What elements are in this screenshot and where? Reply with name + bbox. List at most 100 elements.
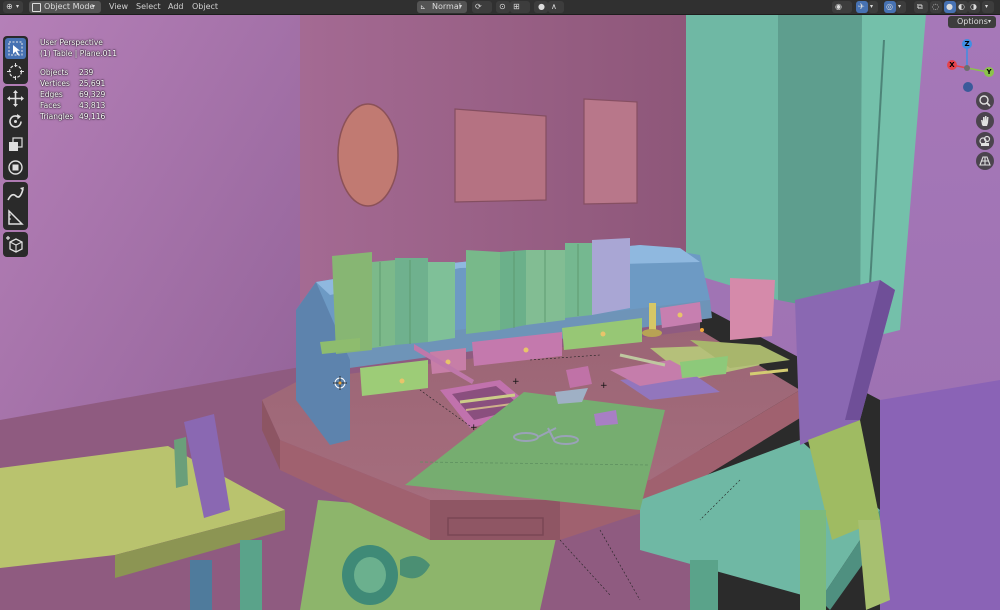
y-axis-ball[interactable]: Y (984, 67, 994, 77)
grid-ortho-icon[interactable] (976, 152, 994, 170)
floor-right (880, 380, 1000, 610)
proportional-edit-toggle[interactable]: ● (534, 1, 548, 13)
snap-toggle[interactable]: ⊙ (496, 1, 510, 13)
svg-text:+: + (470, 423, 478, 433)
candle (649, 303, 656, 333)
book-2 (372, 260, 395, 348)
x-axis-ball[interactable]: X (947, 60, 957, 70)
cursor-icon[interactable] (5, 61, 26, 82)
mode-dropdown[interactable]: Object Mode ▾ (29, 1, 101, 13)
rendered-sphere-icon: ◑ (970, 2, 977, 11)
svg-text:+: + (600, 381, 608, 391)
view-name: User Perspective (40, 38, 103, 47)
shading-rendered[interactable]: ◑ (968, 1, 980, 13)
overlays-options[interactable]: ▾ (896, 1, 906, 13)
overlays-toggle[interactable]: ◎ (884, 1, 896, 13)
stat-label: Triangles (40, 112, 74, 121)
measure-icon[interactable] (5, 207, 26, 228)
move-icon[interactable] (5, 88, 26, 109)
options-label: Options (957, 17, 988, 26)
chevron-down-icon: ▾ (870, 3, 874, 10)
chevron-down-icon: ▾ (985, 3, 989, 10)
chevron-down-icon: ▾ (459, 3, 463, 10)
active-object-name: (1) Table | Plane.011 (40, 49, 117, 58)
toolbar-group-select (3, 36, 28, 84)
stat-edges: Edges 69,329 (40, 89, 130, 100)
xray-icon: ⧉ (917, 2, 923, 11)
3d-viewport-icon: ⊕ (6, 2, 13, 11)
stat-label: Vertices (40, 79, 70, 88)
book-5 (466, 250, 500, 334)
shading-material[interactable]: ◐ (956, 1, 968, 13)
visibility-button[interactable]: ◉ (832, 1, 852, 13)
xray-toggle[interactable]: ⧉ (914, 1, 928, 13)
gizmo-icon: ✈ (858, 2, 865, 11)
toolbar-group-transform (3, 86, 28, 180)
scale-icon[interactable] (5, 134, 26, 155)
orientation-icon: ⊾ (420, 3, 426, 11)
camera-icon[interactable] (976, 132, 994, 150)
material-sphere-icon: ◐ (958, 2, 965, 11)
hand-pan-icon[interactable] (976, 112, 994, 130)
chevron-down-icon: ▾ (16, 3, 20, 10)
mode-label: Object Mode (44, 2, 95, 11)
select-box-icon[interactable] (5, 38, 26, 59)
tall-frame (583, 98, 638, 205)
chevron-down-icon: ▾ (988, 18, 992, 25)
book-9 (592, 238, 630, 315)
snap-icon: ⊙ (499, 2, 506, 11)
toolbar-group-annotate (3, 182, 28, 230)
menu-view[interactable]: View (109, 0, 128, 14)
stat-value: 43,813 (79, 101, 106, 110)
gizmo-toggle[interactable]: ✈ (856, 1, 868, 13)
pink-card (730, 278, 775, 340)
stat-value: 25,691 (79, 79, 106, 88)
wireframe-sphere-icon: ◌ (932, 2, 939, 11)
chevron-down-icon: ▾ (92, 3, 96, 10)
shading-wireframe[interactable]: ◌ (930, 1, 942, 13)
rotate-icon[interactable] (5, 111, 26, 132)
menu-object[interactable]: Object (192, 0, 218, 14)
editor-type-button[interactable]: ⊕ ▾ (3, 1, 23, 13)
chevron-down-icon: ▾ (898, 3, 902, 10)
object-mode-icon (32, 3, 41, 12)
orientation-label: Normal (432, 2, 461, 11)
add-cube-icon[interactable] (5, 234, 26, 255)
stat-label: Faces (40, 101, 61, 110)
overlays-icon: ◎ (886, 2, 893, 11)
options-button[interactable]: Options ▾ (948, 16, 996, 28)
solid-sphere-icon: ● (946, 2, 953, 11)
shading-solid[interactable]: ● (944, 1, 956, 13)
zoom-icon[interactable] (976, 92, 994, 110)
falloff-icon: ∧ (551, 2, 557, 11)
stat-vertices: Vertices 25,691 (40, 78, 130, 89)
transform-orientation-dropdown[interactable]: ⊾ Normal ▾ (417, 1, 467, 13)
snap-options-button[interactable]: ⊞ (510, 1, 530, 13)
navigation-gizmo[interactable]: Z X Y (940, 36, 996, 96)
falloff-button[interactable]: ∧ (548, 1, 564, 13)
menu-add[interactable]: Add (168, 0, 184, 14)
viewport-header: ⊕ ▾ Object Mode ▾ View Select Add Object… (0, 0, 1000, 15)
book-1 (332, 252, 372, 354)
menu-select[interactable]: Select (136, 0, 161, 14)
stat-label: Objects (40, 68, 69, 77)
transform-icon[interactable] (5, 157, 26, 178)
stat-label: Edges (40, 90, 63, 99)
stat-value: 239 (79, 68, 94, 77)
annotate-icon[interactable] (5, 184, 26, 205)
toolbar-group-add (3, 232, 28, 257)
snap-target-icon: ⊞ (513, 2, 520, 11)
ink-bottle (566, 366, 592, 388)
z-axis-ball[interactable]: Z (962, 39, 972, 49)
book-3 (395, 258, 428, 345)
stat-faces: Faces 43,813 (40, 100, 130, 111)
shading-options[interactable]: ▾ (982, 1, 994, 13)
oval-frame (337, 103, 399, 207)
3d-viewport[interactable]: + + + User Perspective (1) Table | Plane… (0, 14, 1000, 610)
gizmo-options[interactable]: ▾ (868, 1, 878, 13)
stat-value: 69,329 (79, 90, 106, 99)
square-frame (454, 108, 547, 203)
pivot-point-button[interactable]: ⟳ (472, 1, 492, 13)
book-6 (500, 250, 526, 330)
stat-triangles: Triangles 49,116 (40, 111, 130, 122)
